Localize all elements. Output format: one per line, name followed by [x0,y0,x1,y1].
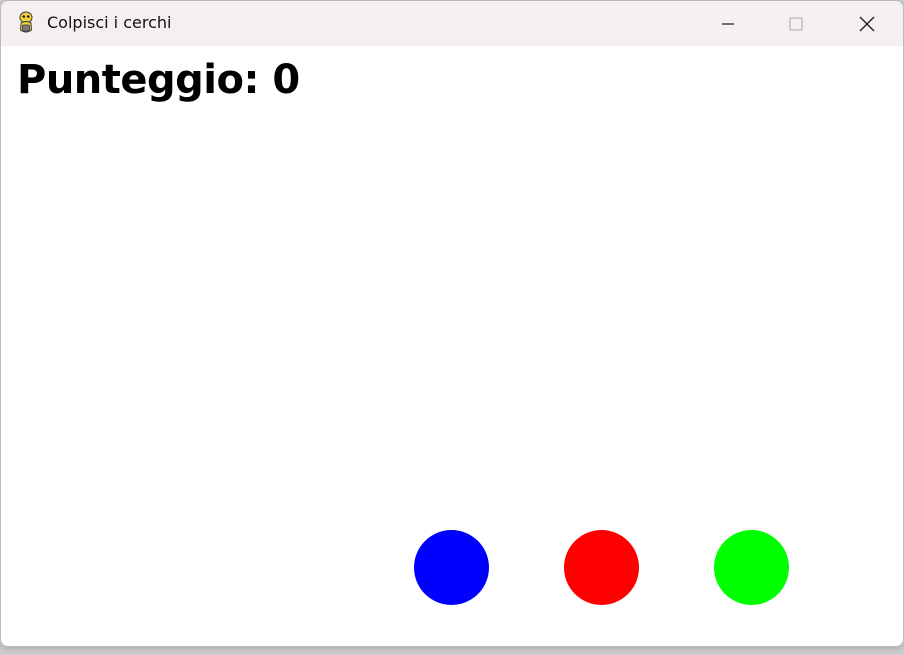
score-label: Punteggio: 0 [17,57,300,103]
game-canvas[interactable]: Punteggio: 0 [1,46,903,646]
close-button[interactable] [833,1,901,46]
maximize-icon [788,16,804,32]
maximize-button[interactable] [762,1,830,46]
minimize-icon [720,16,736,32]
red-circle[interactable] [564,530,639,605]
green-circle[interactable] [714,530,789,605]
minimize-button[interactable] [694,1,762,46]
blue-circle[interactable] [414,530,489,605]
close-icon [858,15,876,33]
game-window: Colpisci i cerchi Punteggio: 0 [0,0,904,647]
pygame-snake-icon [15,11,37,35]
window-title: Colpisci i cerchi [47,13,172,32]
title-bar[interactable]: Colpisci i cerchi [1,1,903,46]
